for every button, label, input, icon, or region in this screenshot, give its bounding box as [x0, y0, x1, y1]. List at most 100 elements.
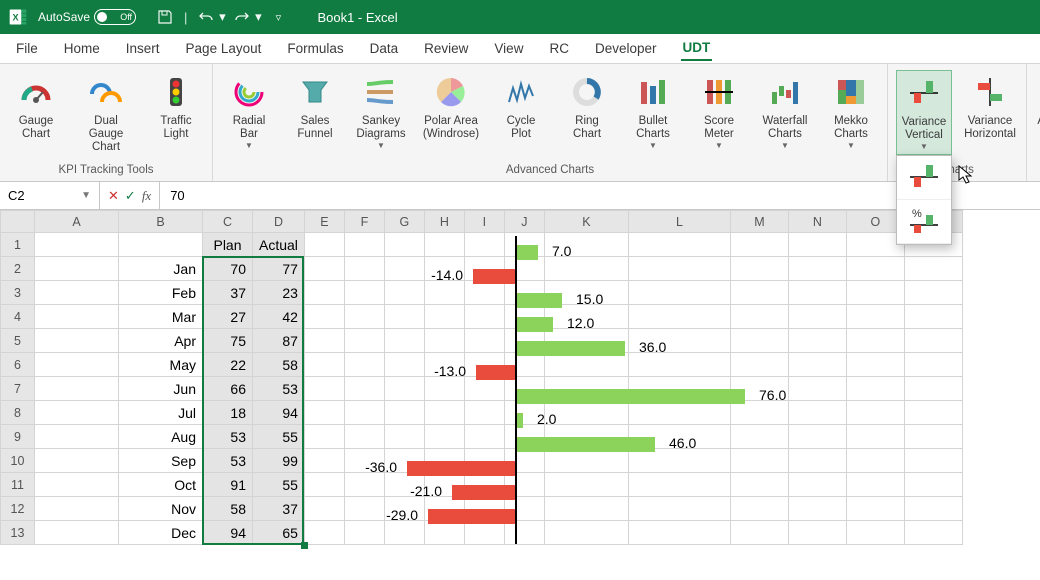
enter-icon[interactable]: ✓ — [125, 188, 136, 204]
row-header-8[interactable]: 8 — [1, 401, 35, 425]
row-header-3[interactable]: 3 — [1, 281, 35, 305]
qat-customize-icon[interactable]: ▿ — [269, 8, 287, 26]
cell-P6[interactable] — [904, 353, 962, 377]
name-box-dropdown-icon[interactable]: ▼ — [81, 190, 91, 201]
cell-E7[interactable] — [304, 377, 344, 401]
cell-E10[interactable] — [304, 449, 344, 473]
cell-O10[interactable] — [846, 449, 904, 473]
tab-review[interactable]: Review — [422, 37, 470, 60]
tab-page-layout[interactable]: Page Layout — [184, 37, 264, 60]
cell-E9[interactable] — [304, 425, 344, 449]
tab-home[interactable]: Home — [62, 37, 102, 60]
name-box[interactable]: C2 ▼ — [0, 182, 100, 209]
cell-A2[interactable] — [35, 257, 119, 281]
cell-C6[interactable]: 22 — [203, 353, 253, 377]
row-header-13[interactable]: 13 — [1, 521, 35, 545]
cell-E6[interactable] — [304, 353, 344, 377]
column-header-G[interactable]: G — [384, 211, 424, 233]
cell-D11[interactable]: 55 — [253, 473, 305, 497]
cell-B4[interactable]: Mar — [119, 305, 203, 329]
cell-O4[interactable] — [846, 305, 904, 329]
row-header-12[interactable]: 12 — [1, 497, 35, 521]
cell-D13[interactable]: 65 — [253, 521, 305, 545]
cell-P2[interactable] — [904, 257, 962, 281]
cell-B2[interactable]: Jan — [119, 257, 203, 281]
cell-A5[interactable] — [35, 329, 119, 353]
cell-O6[interactable] — [846, 353, 904, 377]
cell-E1[interactable] — [304, 233, 344, 257]
cell-E12[interactable] — [304, 497, 344, 521]
undo-icon[interactable] — [197, 8, 215, 26]
save-icon[interactable] — [156, 8, 174, 26]
row-header-2[interactable]: 2 — [1, 257, 35, 281]
cell-D3[interactable]: 23 — [253, 281, 305, 305]
cell-D7[interactable]: 53 — [253, 377, 305, 401]
cell-A13[interactable] — [35, 521, 119, 545]
cell-P12[interactable] — [904, 497, 962, 521]
cell-B5[interactable]: Apr — [119, 329, 203, 353]
cell-D12[interactable]: 37 — [253, 497, 305, 521]
row-header-9[interactable]: 9 — [1, 425, 35, 449]
cell-B11[interactable]: Oct — [119, 473, 203, 497]
cell-P9[interactable] — [904, 425, 962, 449]
cell-D2[interactable]: 77 — [253, 257, 305, 281]
cell-B9[interactable]: Aug — [119, 425, 203, 449]
advanced-type-1-button[interactable]: Advanced Type1 ▼ — [1035, 70, 1040, 166]
autosave-toggle[interactable]: Off — [94, 9, 136, 25]
cell-C5[interactable]: 75 — [203, 329, 253, 353]
tab-developer[interactable]: Developer — [593, 37, 659, 60]
tab-udt[interactable]: UDT — [681, 36, 713, 61]
cell-B13[interactable]: Dec — [119, 521, 203, 545]
cell-O9[interactable] — [846, 425, 904, 449]
radial-bar-button[interactable]: RadialBar ▼ — [221, 70, 277, 153]
cancel-icon[interactable]: ✕ — [108, 188, 119, 204]
cell-C3[interactable]: 37 — [203, 281, 253, 305]
column-header-N[interactable]: N — [788, 211, 846, 233]
cell-A9[interactable] — [35, 425, 119, 449]
cell-P13[interactable] — [904, 521, 962, 545]
cell-C8[interactable]: 18 — [203, 401, 253, 425]
cell-A7[interactable] — [35, 377, 119, 401]
cell-P10[interactable] — [904, 449, 962, 473]
cycle-plot-button[interactable]: CyclePlot — [493, 70, 549, 143]
row-header-11[interactable]: 11 — [1, 473, 35, 497]
cell-D4[interactable]: 42 — [253, 305, 305, 329]
cell-C9[interactable]: 53 — [203, 425, 253, 449]
variance-vertical-option-pct[interactable]: % — [897, 200, 951, 244]
cell-D5[interactable]: 87 — [253, 329, 305, 353]
row-header-5[interactable]: 5 — [1, 329, 35, 353]
cell-A8[interactable] — [35, 401, 119, 425]
mekko-charts-button[interactable]: MekkoCharts ▼ — [823, 70, 879, 153]
fx-icon[interactable]: fx — [142, 188, 151, 204]
cell-P7[interactable] — [904, 377, 962, 401]
cell-E3[interactable] — [304, 281, 344, 305]
polar-area-button[interactable]: Polar Area (Windrose) — [419, 70, 483, 143]
tab-rc[interactable]: RC — [547, 37, 571, 60]
cell-O13[interactable] — [846, 521, 904, 545]
column-header-L[interactable]: L — [628, 211, 730, 233]
dual-gauge-chart-button[interactable]: Dual GaugeChart — [74, 70, 138, 157]
cell-E11[interactable] — [304, 473, 344, 497]
cell-C10[interactable]: 53 — [203, 449, 253, 473]
column-header-M[interactable]: M — [730, 211, 788, 233]
column-header-D[interactable]: D — [253, 211, 305, 233]
column-header-J[interactable]: J — [504, 211, 544, 233]
sales-funnel-button[interactable]: SalesFunnel — [287, 70, 343, 143]
tab-file[interactable]: File — [14, 37, 40, 60]
cell-A11[interactable] — [35, 473, 119, 497]
column-header-B[interactable]: B — [119, 211, 203, 233]
cell-C12[interactable]: 58 — [203, 497, 253, 521]
cell-D8[interactable]: 94 — [253, 401, 305, 425]
column-header-K[interactable]: K — [544, 211, 628, 233]
cell-P8[interactable] — [904, 401, 962, 425]
traffic-light-button[interactable]: TrafficLight — [148, 70, 204, 143]
column-header-I[interactable]: I — [464, 211, 504, 233]
cell-B7[interactable]: Jun — [119, 377, 203, 401]
cell-O7[interactable] — [846, 377, 904, 401]
cell-D6[interactable]: 58 — [253, 353, 305, 377]
tab-data[interactable]: Data — [368, 37, 401, 60]
cell-B12[interactable]: Nov — [119, 497, 203, 521]
waterfall-charts-button[interactable]: WaterfallCharts ▼ — [757, 70, 813, 153]
ring-chart-button[interactable]: RingChart — [559, 70, 615, 143]
tab-view[interactable]: View — [492, 37, 525, 60]
